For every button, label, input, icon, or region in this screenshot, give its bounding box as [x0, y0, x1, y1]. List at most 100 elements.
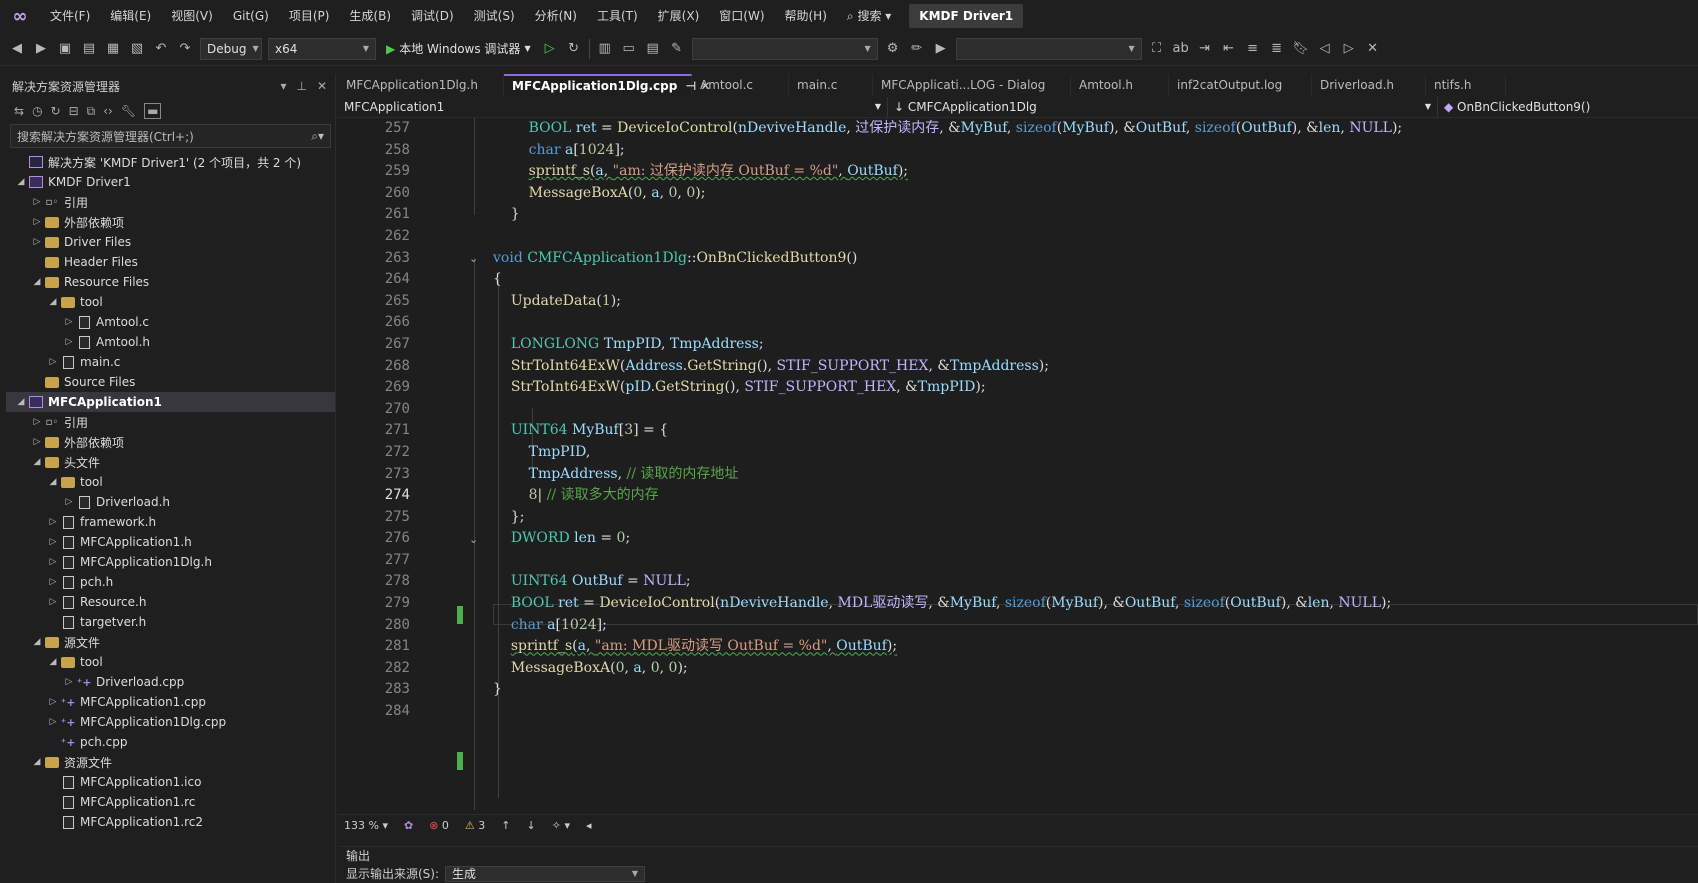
tree-item[interactable]: ◢ KMDF Driver1: [6, 172, 335, 192]
expander-icon[interactable]: ▷: [30, 237, 44, 247]
pen-icon[interactable]: ✏: [908, 40, 926, 58]
bookmark-icon[interactable]: 🔖︎: [1292, 40, 1310, 58]
expander-icon[interactable]: ▷: [46, 357, 60, 367]
tree-item[interactable]: ▷ Amtool.c: [6, 312, 335, 332]
tab-mfcapplicati-log-dialog[interactable]: MFCApplicati...LOG - Dialog: [873, 74, 1071, 96]
tree-item[interactable]: ▷ 外部依赖项: [6, 212, 335, 232]
tab-amtool-c[interactable]: Amtool.c: [692, 74, 789, 96]
tree-item[interactable]: ▷ 外部依赖项: [6, 432, 335, 452]
close-panel-icon[interactable]: ✕: [317, 79, 327, 93]
fold-chevron-icon[interactable]: ⌄: [469, 252, 478, 265]
dropdown-icon[interactable]: ▾: [280, 79, 286, 93]
tree-item[interactable]: ◢ 源文件: [6, 632, 335, 652]
tree-item[interactable]: MFCApplication1.ico: [6, 772, 335, 792]
expander-icon[interactable]: ▷: [30, 437, 44, 447]
collapse-all-icon[interactable]: ⊟: [69, 104, 79, 118]
expander-icon[interactable]: ◢: [30, 277, 44, 287]
indent-icon[interactable]: ⇥: [1196, 40, 1214, 58]
tree-item[interactable]: ◢ 资源文件: [6, 752, 335, 772]
menu-item[interactable]: 测试(S): [464, 0, 525, 32]
tree-item[interactable]: Header Files: [6, 252, 335, 272]
outdent-icon[interactable]: ⇤: [1220, 40, 1238, 58]
new-project-icon[interactable]: ▣: [56, 40, 74, 58]
layout-icon[interactable]: ▭: [620, 40, 638, 58]
redo-icon[interactable]: ↷: [176, 40, 194, 58]
back-icon[interactable]: ◀: [8, 40, 26, 58]
menu-item[interactable]: 帮助(H): [775, 0, 837, 32]
menu-item[interactable]: 分析(N): [525, 0, 587, 32]
tree-item[interactable]: ◢ MFCApplication1: [6, 392, 335, 412]
sync-icon[interactable]: ⇆: [14, 104, 24, 118]
menu-item[interactable]: Git(G): [223, 0, 279, 32]
tree-item[interactable]: ◢ Resource Files: [6, 272, 335, 292]
expander-icon[interactable]: ◢: [14, 177, 28, 187]
save-icon[interactable]: ▦: [104, 40, 122, 58]
tab-amtool-h[interactable]: Amtool.h: [1071, 74, 1169, 96]
expander-icon[interactable]: ▷: [62, 677, 76, 687]
platform-select[interactable]: x64 ▼: [268, 37, 376, 60]
hot-reload-icon[interactable]: ↻: [565, 40, 583, 58]
project-nav-select[interactable]: MFCApplication1 ▼: [338, 96, 888, 117]
cleanup-icon[interactable]: ✧ ▾: [552, 819, 570, 832]
menu-item[interactable]: 项目(P): [279, 0, 340, 32]
menu-item[interactable]: 窗口(W): [709, 0, 774, 32]
tree-item[interactable]: ▷ Amtool.h: [6, 332, 335, 352]
find-combo[interactable]: ▼: [691, 37, 878, 60]
expander-icon[interactable]: ▷: [30, 197, 44, 207]
tree-item[interactable]: Source Files: [6, 372, 335, 392]
start-without-debug-icon[interactable]: ▷: [541, 40, 559, 58]
expander-icon[interactable]: ◢: [46, 297, 60, 307]
expander-icon[interactable]: ▷: [46, 577, 60, 587]
expander-icon[interactable]: ▷: [62, 317, 76, 327]
expander-icon[interactable]: ◢: [30, 457, 44, 467]
solution-title[interactable]: KMDF Driver1: [909, 4, 1024, 28]
clear-bookmarks-icon[interactable]: ✕: [1364, 40, 1382, 58]
code-editor[interactable]: 257 258 259 260 261 262 263 264 265 266 267 268 269 2…: [338, 118, 1698, 814]
scroll-left-icon[interactable]: ◂: [586, 819, 592, 832]
tree-item[interactable]: ▷ ▫◦ 引用: [6, 192, 335, 212]
browse-icon[interactable]: ▥: [596, 40, 614, 58]
tree-item[interactable]: ▷ pch.h: [6, 572, 335, 592]
menu-item[interactable]: 视图(V): [161, 0, 223, 32]
expander-icon[interactable]: ▷: [46, 517, 60, 527]
search-menu[interactable]: ⌕ 搜索 ▾: [837, 0, 901, 32]
tree-item[interactable]: ▷ Driverload.h: [6, 492, 335, 512]
visual-studio-logo-icon[interactable]: ∞: [0, 0, 40, 32]
expander-icon[interactable]: ▷: [30, 417, 44, 427]
tree-item[interactable]: ◢ tool: [6, 472, 335, 492]
menu-item[interactable]: 文件(F): [40, 0, 100, 32]
code-content[interactable]: BOOL ret = DeviceIoControl(nDeviveHandle…: [493, 118, 1693, 723]
tree-item[interactable]: 解决方案 'KMDF Driver1' (2 个项目，共 2 个): [6, 152, 335, 172]
expander-icon[interactable]: ▷: [46, 717, 60, 727]
properties-icon[interactable]: 🔧︎: [121, 104, 136, 118]
expander-icon[interactable]: ▷: [62, 337, 76, 347]
output-source-select[interactable]: 生成 ▼: [445, 865, 646, 882]
tree-item[interactable]: ◢ 头文件: [6, 452, 335, 472]
tab-mfcapplication1dlg-h[interactable]: MFCApplication1Dlg.h: [338, 74, 504, 96]
save-all-icon[interactable]: ▧: [128, 40, 146, 58]
tab-driverload-h[interactable]: Driverload.h: [1312, 74, 1426, 96]
tree-item[interactable]: ▷ framework.h: [6, 512, 335, 532]
solution-search-box[interactable]: 搜索解决方案资源管理器(Ctrl+;) ⌕▾: [10, 124, 331, 148]
tree-item[interactable]: ▷ Driver Files: [6, 232, 335, 252]
expander-icon[interactable]: ▷: [46, 557, 60, 567]
comment-icon[interactable]: ≡: [1244, 40, 1262, 58]
zoom-select[interactable]: 133 % ▾: [344, 819, 388, 832]
tree-item[interactable]: ▷ main.c: [6, 352, 335, 372]
class-nav-select[interactable]: ↓ CMFCApplication1Dlg ▼: [888, 96, 1438, 117]
tab-main-c[interactable]: main.c: [789, 74, 873, 96]
member-nav-select[interactable]: ◆ OnBnClickedButton9(): [1438, 97, 1688, 117]
forward-icon[interactable]: ▶: [32, 40, 50, 58]
tree-item[interactable]: targetver.h: [6, 612, 335, 632]
history-icon[interactable]: ◷: [32, 104, 42, 118]
open-icon[interactable]: ▤: [80, 40, 98, 58]
tree-item[interactable]: MFCApplication1.rc: [6, 792, 335, 812]
expander-icon[interactable]: ▷: [46, 597, 60, 607]
expander-icon[interactable]: ◢: [30, 757, 44, 767]
prev-bookmark-icon[interactable]: ◁: [1316, 40, 1334, 58]
expander-icon[interactable]: ◢: [46, 657, 60, 667]
down-arrow-icon[interactable]: ↓: [527, 819, 536, 832]
tree-item[interactable]: ◢ tool: [6, 652, 335, 672]
refresh-icon[interactable]: ↻: [51, 104, 61, 118]
errors-indicator[interactable]: ⊗ 0: [429, 819, 449, 832]
